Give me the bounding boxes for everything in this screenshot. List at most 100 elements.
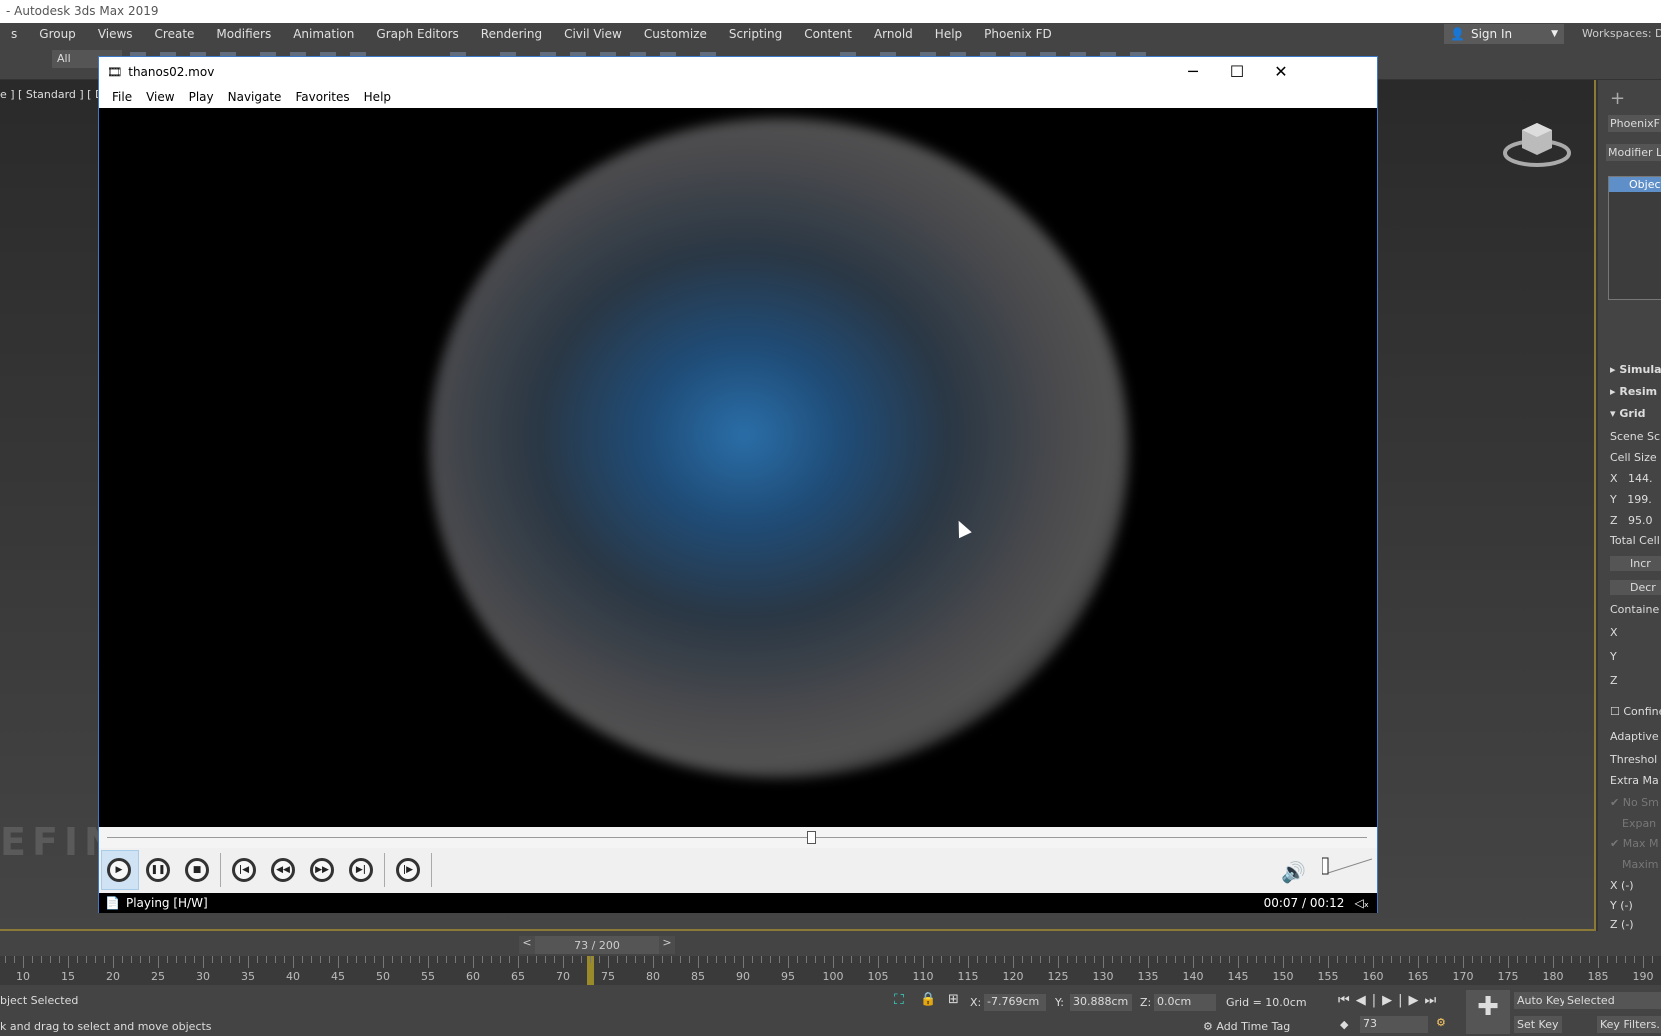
ruler-tick [1157, 956, 1158, 963]
sign-in-button[interactable]: 👤 Sign In ▼ [1444, 24, 1564, 44]
rollout-simulation[interactable]: ▸ Simula [1610, 363, 1661, 376]
current-frame-field[interactable]: 73 [1360, 1016, 1428, 1033]
no-smooth-checkbox[interactable]: ✔ No Sm [1610, 796, 1659, 809]
ruler-tick [1175, 956, 1176, 963]
skip-end-button[interactable]: ▶| [349, 858, 373, 882]
ruler-tick [1274, 956, 1275, 963]
menu-item[interactable]: Views [87, 27, 144, 41]
minimize-button[interactable]: ─ [1170, 57, 1216, 86]
ruler-tick [365, 956, 366, 963]
speaker-icon[interactable]: 🔊 [1281, 860, 1306, 884]
ruler-tick [1202, 956, 1203, 963]
menu-item[interactable]: Customize [633, 27, 718, 41]
maximize-button[interactable]: ☐ [1214, 57, 1260, 86]
menu-item[interactable]: Group [28, 27, 87, 41]
next-frame-button[interactable]: > [658, 936, 675, 954]
menu-item[interactable]: Rendering [470, 27, 553, 41]
set-key-big-button[interactable]: ✚ [1466, 990, 1510, 1034]
expand-checkbox[interactable]: Expan [1622, 817, 1656, 830]
menu-item[interactable]: Animation [282, 27, 365, 41]
playback-nav-buttons[interactable]: ⏮◀|▶|▶⏭ [1338, 993, 1442, 1008]
menu-item[interactable]: Scripting [718, 27, 793, 41]
close-button[interactable]: ✕ [1258, 57, 1304, 86]
ruler-tick [977, 956, 978, 963]
video-frame[interactable] [99, 108, 1377, 827]
ruler-tick [140, 956, 141, 963]
key-mode-toggle-icon[interactable]: ◆ [1340, 1018, 1348, 1031]
create-tab-icon[interactable]: + [1610, 88, 1625, 109]
ruler-tick [203, 956, 204, 968]
x-coordinate-field[interactable]: -7.769cm [984, 994, 1046, 1011]
ruler-tick [1445, 956, 1446, 963]
ruler-tick [1130, 956, 1131, 963]
player-menu-item[interactable]: Navigate [221, 90, 289, 104]
player-menu-item[interactable]: Play [182, 90, 221, 104]
ruler-tick [995, 956, 996, 963]
isolate-selection-icon[interactable]: ⛶ [894, 992, 904, 1008]
menu-item[interactable]: s [0, 27, 28, 41]
z-coordinate-field[interactable]: 0.0cm [1154, 994, 1216, 1011]
time-config-icon[interactable]: ⚙ [1436, 1016, 1446, 1029]
workspaces-selector[interactable]: Workspaces: D [1582, 27, 1661, 40]
menu-item[interactable]: Phoenix FD [973, 27, 1063, 41]
player-menu-item[interactable]: Favorites [288, 90, 356, 104]
decrease-button[interactable]: Decr [1610, 580, 1661, 595]
seek-bar[interactable] [99, 827, 1377, 848]
maxim-checkbox[interactable]: Maxim [1622, 858, 1659, 871]
rewind-button[interactable]: ◀◀ [271, 858, 295, 882]
viewcube-icon[interactable] [1502, 115, 1572, 170]
ruler-tick [473, 956, 474, 968]
menu-item[interactable]: Graph Editors [365, 27, 469, 41]
ruler-tick [104, 956, 105, 963]
menu-item[interactable]: Civil View [553, 27, 633, 41]
menu-item[interactable]: Content [793, 27, 863, 41]
ruler-tick [1625, 956, 1626, 963]
key-mode-dropdown[interactable]: Selected [1564, 992, 1661, 1009]
time-slider[interactable]: < 73 / 200 > [519, 936, 675, 954]
ruler-tick [1076, 956, 1077, 963]
player-menu-item[interactable]: File [105, 90, 139, 104]
ruler-tick [1391, 956, 1392, 963]
auto-key-button[interactable]: Auto Key [1514, 992, 1569, 1009]
add-time-tag-button[interactable]: ⚙ Add Time Tag [1203, 1020, 1290, 1033]
timeline-ruler[interactable]: 10 15 20 25 30 35 40 45 50 55 60 65 70 75 80 85 90 95 100 1… [0, 956, 1661, 985]
pause-button[interactable]: ❚❚ [146, 858, 170, 882]
ruler-label: 150 [1272, 970, 1294, 983]
ruler-tick [1409, 956, 1410, 963]
prev-frame-button[interactable]: < [519, 936, 535, 954]
ruler-tick [527, 956, 528, 963]
increase-button[interactable]: Incr [1610, 556, 1661, 571]
max-m-checkbox[interactable]: ✔ Max M [1610, 837, 1658, 850]
mute-icon[interactable]: ◁ₓ [1354, 896, 1369, 910]
stack-item-object[interactable]: Object [1609, 177, 1661, 192]
player-menu-item[interactable]: Help [357, 90, 398, 104]
skip-start-button[interactable]: |◀ [232, 858, 256, 882]
confine-checkbox[interactable]: ☐ Confine [1610, 705, 1661, 718]
ruler-tick [545, 956, 546, 963]
file-icon: 📄 [105, 896, 120, 910]
modifier-list-dropdown[interactable]: Modifier Lis [1606, 144, 1661, 161]
separator [384, 853, 385, 887]
object-name-field[interactable]: PhoenixFD [1608, 115, 1661, 132]
rollout-grid[interactable]: ▾ Grid [1610, 407, 1645, 420]
key-filters-button[interactable]: Key Filters... [1597, 1016, 1661, 1033]
step-frame-button[interactable]: |▶ [396, 858, 420, 882]
absolute-mode-icon[interactable]: ⊞ [948, 992, 959, 1007]
volume-slider[interactable] [1322, 856, 1372, 878]
seek-thumb[interactable] [806, 831, 816, 844]
set-key-button[interactable]: Set Key [1514, 1016, 1562, 1033]
ruler-tick [761, 956, 762, 963]
menu-item[interactable]: Modifiers [205, 27, 282, 41]
rollout-resimulation[interactable]: ▸ Resim [1610, 385, 1657, 398]
fast-forward-button[interactable]: ▶▶ [310, 858, 334, 882]
y-coordinate-field[interactable]: 30.888cm [1070, 994, 1132, 1011]
menu-item[interactable]: Arnold [863, 27, 924, 41]
menu-item[interactable]: Help [924, 27, 973, 41]
stop-button[interactable]: ■ [185, 858, 209, 882]
ruler-tick [158, 956, 159, 968]
play-button[interactable]: ▶ [107, 858, 131, 882]
player-menu-item[interactable]: View [139, 90, 181, 104]
menu-item[interactable]: Create [144, 27, 206, 41]
ruler-label: 15 [61, 970, 75, 983]
lock-icon[interactable]: 🔒 [920, 992, 936, 1007]
